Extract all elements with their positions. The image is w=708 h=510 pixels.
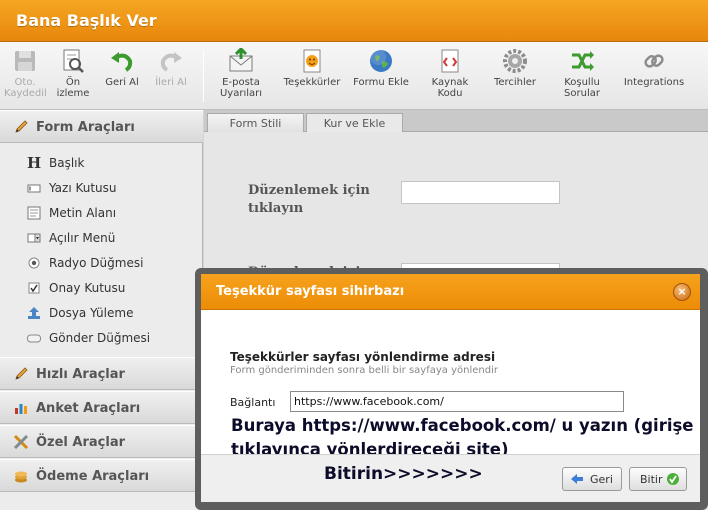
back-button[interactable]: Geri xyxy=(562,467,622,491)
finish-button[interactable]: Bitir xyxy=(629,467,687,491)
redirect-url-input[interactable] xyxy=(290,391,624,412)
redirect-heading: Teşekkürler sayfası yönlendirme adresi xyxy=(230,350,496,364)
redirect-subheading: Form gönderiminden sonra belli bir sayfa… xyxy=(230,365,498,376)
finish-annotation: Bitirin>>>>>>> xyxy=(324,464,483,484)
dialog-body: Teşekkür sayfası sihirbazı × Teşekkürler… xyxy=(201,274,700,502)
close-icon[interactable]: × xyxy=(673,283,691,301)
thank-you-wizard-dialog: Teşekkür sayfası sihirbazı × Teşekkürler… xyxy=(195,268,708,510)
arrow-left-icon xyxy=(571,474,583,484)
dialog-title: Teşekkür sayfası sihirbazı xyxy=(216,284,405,299)
dialog-footer: Bitirin>>>>>>> Geri Bitir xyxy=(201,454,700,502)
link-label: Bağlantı xyxy=(230,396,276,409)
check-circle-icon xyxy=(667,473,679,485)
modal-overlay: Teşekkür sayfası sihirbazı × Teşekkürler… xyxy=(0,0,708,510)
dialog-header: Teşekkür sayfası sihirbazı × xyxy=(201,274,700,310)
